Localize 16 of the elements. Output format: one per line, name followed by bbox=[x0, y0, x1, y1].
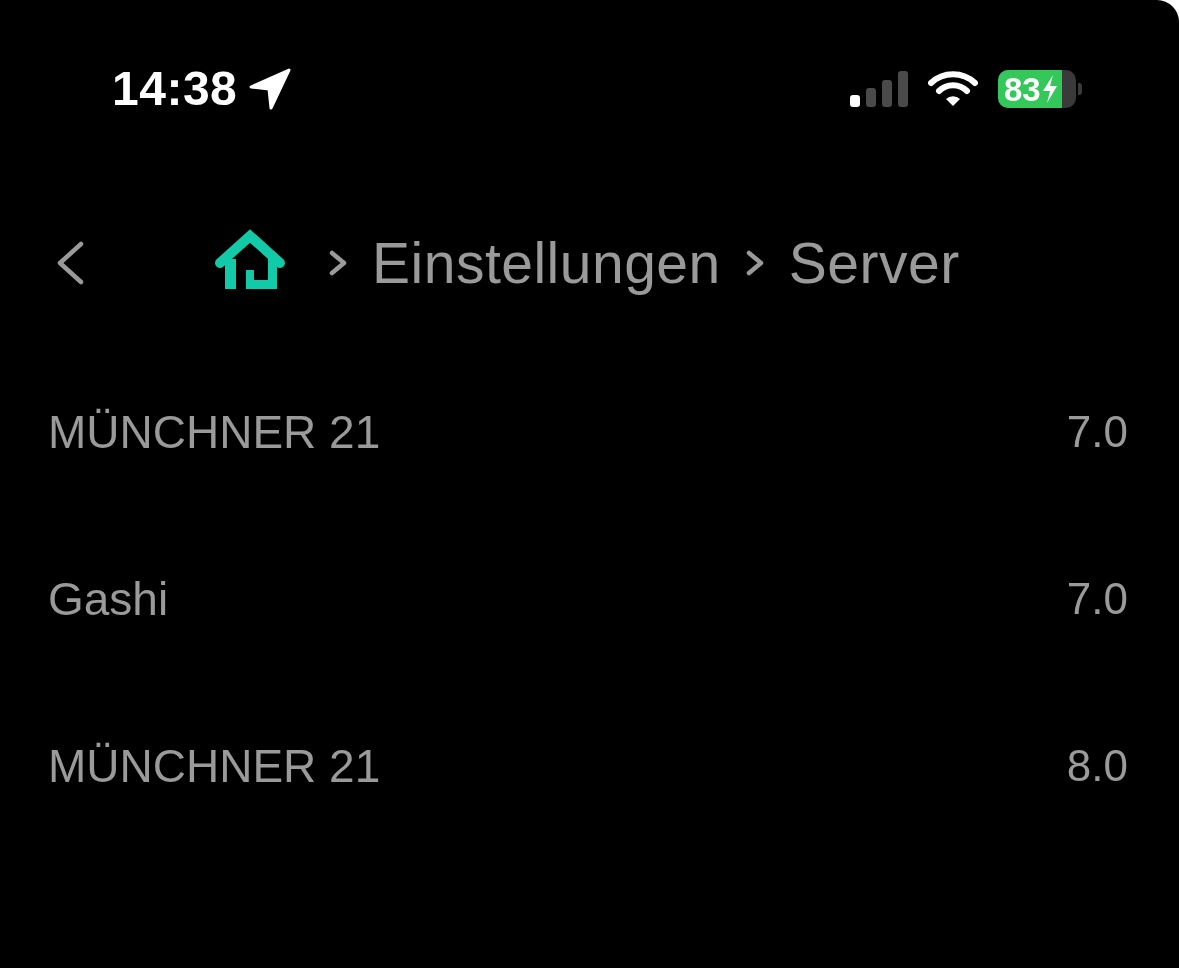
chevron-right-icon bbox=[328, 250, 348, 276]
server-name: MÜNCHNER 21 bbox=[48, 742, 381, 789]
home-icon[interactable] bbox=[214, 229, 286, 289]
battery-percentage: 83 bbox=[1004, 72, 1041, 106]
location-arrow-icon bbox=[249, 68, 292, 110]
server-version: 7.0 bbox=[1066, 576, 1128, 621]
server-version: 8.0 bbox=[1066, 743, 1128, 788]
breadcrumb-current-page: Server bbox=[788, 234, 960, 292]
signal-strength-icon bbox=[850, 71, 908, 107]
server-name: Gashi bbox=[48, 575, 169, 622]
server-version: 7.0 bbox=[1066, 409, 1128, 454]
chevron-right-icon bbox=[744, 250, 765, 276]
wifi-icon bbox=[928, 71, 978, 107]
bolt-icon bbox=[1041, 75, 1058, 103]
server-name: MÜNCHNER 21 bbox=[48, 408, 381, 455]
status-time: 14:38 bbox=[112, 65, 238, 113]
